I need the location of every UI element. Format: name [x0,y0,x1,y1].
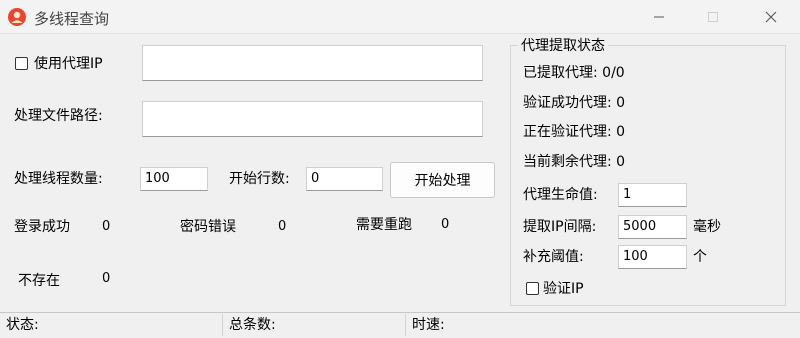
verify-ip-label: 验证IP [543,281,584,297]
thread-count-input[interactable]: 100 [140,167,208,191]
threshold-label: 补充阈值: [523,249,584,265]
proxy-lifetime-label: 代理生命值: [523,187,598,203]
start-row-label: 开始行数: [229,171,290,187]
extract-interval-input[interactable]: 5000 [618,215,687,239]
use-proxy-checkbox[interactable] [15,57,28,70]
speed-label: 时速: [412,317,445,333]
file-path-input[interactable] [142,101,483,137]
window-title: 多线程查询 [34,10,110,28]
minimize-icon [654,16,664,17]
login-success-label: 登录成功 [14,219,70,235]
status-bar [0,312,800,338]
thread-count-label: 处理线程数量: [14,171,103,187]
password-error-label: 密码错误 [180,219,236,235]
status-separator [405,314,406,336]
use-proxy-label: 使用代理IP [34,56,103,72]
threshold-unit-label: 个 [693,249,707,265]
proxy-input[interactable] [142,45,483,81]
close-button[interactable] [748,0,794,33]
extract-interval-label: 提取IP间隔: [523,219,597,235]
proxy-lifetime-input[interactable]: 1 [618,183,687,207]
remaining-proxy-status: 当前剩余代理: 0 [523,154,626,170]
close-icon [765,11,777,22]
extracted-proxy-status: 已提取代理: 0/0 [523,65,625,81]
not-exist-count: 0 [102,271,111,286]
file-path-label: 处理文件路径: [14,108,103,124]
minimize-button[interactable] [636,0,682,33]
status-label: 状态: [6,317,39,333]
proxy-status-title: 代理提取状态 [518,37,608,55]
threshold-input[interactable]: 100 [618,245,687,269]
verifying-proxy-status: 正在验证代理: 0 [523,124,626,140]
start-row-input[interactable]: 0 [306,167,383,191]
not-exist-label: 不存在 [18,273,60,289]
total-count-label: 总条数: [229,317,276,333]
status-separator [222,314,223,336]
interval-unit-label: 毫秒 [693,219,721,235]
login-success-count: 0 [102,219,111,234]
user-avatar-icon [8,8,26,26]
start-process-button[interactable]: 开始处理 [390,162,495,198]
maximize-icon [708,11,718,22]
maximize-button[interactable] [690,0,736,33]
need-rerun-count: 0 [441,217,450,232]
password-error-count: 0 [278,219,287,234]
need-rerun-label: 需要重跑 [356,217,412,233]
verify-ip-checkbox[interactable] [526,282,539,295]
verified-proxy-status: 验证成功代理: 0 [523,95,626,111]
